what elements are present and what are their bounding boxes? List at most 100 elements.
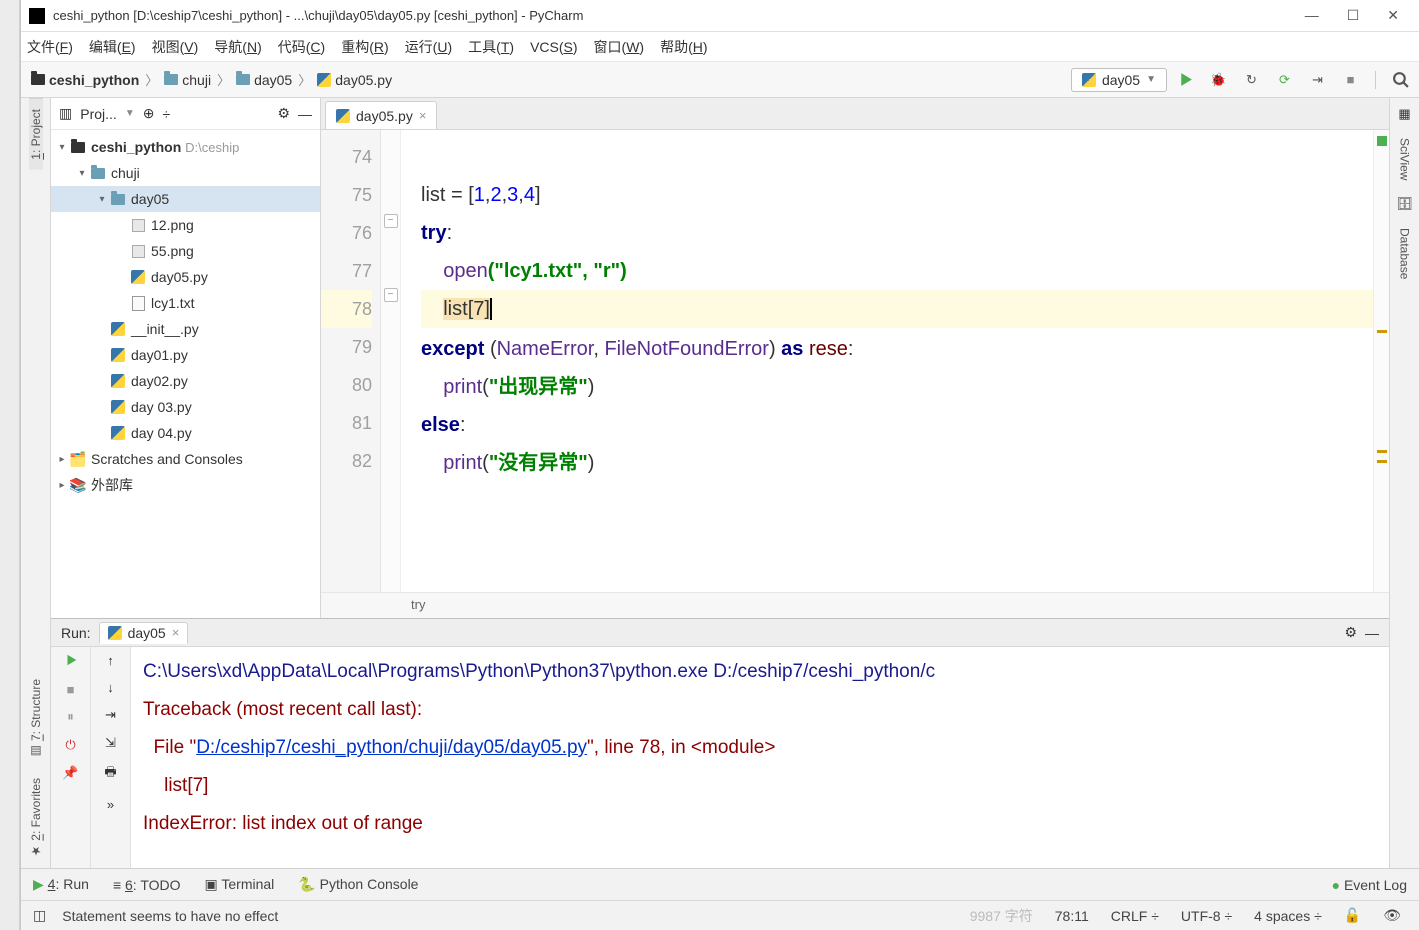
pause-button[interactable]: ⏸ — [67, 709, 74, 725]
gear-icon[interactable]: ⚙ — [1344, 624, 1357, 641]
stop-button[interactable]: ■ — [1342, 71, 1359, 88]
project-panel-title[interactable]: Proj... — [80, 106, 117, 122]
bottom-tool-strip: ▶ 4: Run ≡ 6: TODO ▣ Terminal 🐍 Python C… — [21, 868, 1419, 900]
tree-external-libs[interactable]: ▸📚外部库 — [51, 472, 320, 498]
tool-python-console[interactable]: 🐍 Python Console — [298, 876, 418, 893]
hide-icon[interactable]: — — [298, 106, 312, 122]
hide-icon[interactable]: — — [1365, 625, 1379, 641]
line-separator[interactable]: CRLF ÷ — [1105, 908, 1165, 924]
lock-icon[interactable]: 🔓 — [1338, 907, 1367, 924]
menu-view[interactable]: 视图(V) — [152, 37, 199, 57]
status-icon[interactable]: ◫ — [33, 907, 46, 924]
menu-tools[interactable]: 工具(T) — [468, 37, 514, 57]
minimize-button[interactable]: — — [1305, 7, 1319, 24]
editor-body[interactable]: 74 75 76 77 78 79 80 81 82 — [321, 130, 1389, 592]
sidebar-tab-project[interactable]: 1: Project — [29, 98, 43, 170]
close-tab-icon[interactable]: × — [172, 625, 180, 640]
editor-tab[interactable]: day05.py × — [325, 101, 437, 129]
navbar: ceshi_python 〉 chuji 〉 day05 〉 day05.py … — [21, 62, 1419, 98]
tree-file[interactable]: day 04.py — [51, 420, 320, 446]
tool-run[interactable]: ▶ 4: Run — [33, 876, 89, 893]
traceback-link[interactable]: D:/ceship7/ceshi_python/chuji/day05/day0… — [196, 737, 587, 758]
tree-root[interactable]: ▾ceshi_python D:\ceship — [51, 134, 320, 160]
tree-file[interactable]: day02.py — [51, 368, 320, 394]
profile-button[interactable]: ⟳ — [1276, 71, 1293, 88]
wrap-button[interactable]: ⇥ — [105, 707, 116, 723]
console-output[interactable]: C:\Users\xd\AppData\Local\Programs\Pytho… — [131, 647, 1389, 868]
tree-file[interactable]: 55.png — [51, 238, 320, 264]
rerun-button[interactable] — [64, 653, 78, 670]
menu-code[interactable]: 代码(C) — [278, 37, 325, 57]
chevron-down-icon[interactable]: ▼ — [125, 108, 135, 119]
warning-marker[interactable] — [1377, 450, 1387, 453]
tool-event-log[interactable]: ● Event Log — [1332, 877, 1407, 893]
exit-button[interactable]: ⏻ — [65, 737, 75, 753]
file-encoding[interactable]: UTF-8 ÷ — [1175, 908, 1238, 924]
tree-file[interactable]: 12.png — [51, 212, 320, 238]
fold-marker-icon[interactable]: − — [384, 288, 398, 302]
close-tab-icon[interactable]: × — [419, 108, 427, 123]
tree-scratches[interactable]: ▸🗂️Scratches and Consoles — [51, 446, 320, 472]
search-everywhere-button[interactable] — [1392, 71, 1409, 88]
run-button[interactable] — [1177, 71, 1194, 88]
menu-help[interactable]: 帮助(H) — [660, 37, 707, 57]
sidebar-tab-structure[interactable]: ▤ 7: Structure — [29, 669, 43, 768]
menu-edit[interactable]: 编辑(E) — [89, 37, 136, 57]
tree-folder-selected[interactable]: ▾day05 — [51, 186, 320, 212]
tree-folder[interactable]: ▾chuji — [51, 160, 320, 186]
window-title: ceshi_python [D:\ceship7\ceshi_python] -… — [53, 8, 1305, 23]
up-button[interactable]: ↑ — [107, 653, 114, 668]
menu-refactor[interactable]: 重构(R) — [341, 37, 388, 57]
code-area[interactable]: list = [1,2,3,4]try: open("lcy1.txt", "r… — [401, 130, 1373, 592]
warning-marker[interactable] — [1377, 460, 1387, 463]
sciview-icon[interactable]: ▦ — [1398, 106, 1410, 122]
tool-terminal[interactable]: ▣ Terminal — [205, 876, 275, 893]
print-button[interactable]: 🖶 — [104, 763, 116, 785]
menu-vcs[interactable]: VCS(S) — [530, 39, 577, 55]
sidebar-tab-database[interactable]: Database — [1398, 222, 1412, 285]
debug-button[interactable]: 🐞 — [1210, 71, 1227, 88]
stop-button[interactable]: ■ — [67, 682, 75, 697]
locate-icon[interactable]: ⊕ — [143, 105, 155, 122]
project-tree[interactable]: ▾ceshi_python D:\ceship ▾chuji ▾day05 12… — [51, 130, 320, 618]
status-message: Statement seems to have no effect — [56, 908, 284, 924]
tool-todo[interactable]: ≡ 6: TODO — [113, 877, 181, 893]
tree-file[interactable]: lcy1.txt — [51, 290, 320, 316]
indent-setting[interactable]: 4 spaces ÷ — [1248, 908, 1328, 924]
close-button[interactable]: ✕ — [1387, 7, 1399, 24]
breadcrumb-item[interactable]: ceshi_python — [31, 72, 139, 88]
collapse-icon[interactable]: ÷ — [162, 106, 170, 122]
breadcrumb-item[interactable]: day05 — [236, 72, 292, 88]
sidebar-tab-sciview[interactable]: SciView — [1398, 132, 1412, 186]
down-button[interactable]: ↓ — [107, 680, 114, 695]
menu-run[interactable]: 运行(U) — [405, 37, 452, 57]
menu-file[interactable]: 文件(F) — [27, 37, 73, 57]
more-button[interactable]: » — [107, 797, 114, 812]
python-icon — [108, 626, 122, 640]
breadcrumb-item[interactable]: chuji — [164, 72, 211, 88]
error-stripe[interactable] — [1373, 130, 1389, 592]
menu-window[interactable]: 窗口(W) — [594, 37, 645, 57]
attach-button[interactable]: ⇥ — [1309, 71, 1326, 88]
warning-marker[interactable] — [1377, 330, 1387, 333]
database-icon[interactable]: 🗄 — [1396, 196, 1413, 212]
menu-navigate[interactable]: 导航(N) — [214, 37, 261, 57]
pin-button[interactable]: 📌 — [62, 765, 78, 781]
caret-position[interactable]: 78:11 — [1049, 908, 1095, 924]
python-file-icon — [111, 374, 125, 388]
fold-marker-icon[interactable]: − — [384, 214, 398, 228]
run-tab[interactable]: day05 × — [99, 622, 189, 644]
gear-icon[interactable]: ⚙ — [277, 105, 290, 122]
maximize-button[interactable]: ☐ — [1347, 7, 1360, 24]
sidebar-tab-favorites[interactable]: ★ 2: Favorites — [29, 768, 43, 868]
run-coverage-button[interactable]: ↻ — [1243, 71, 1260, 88]
tree-file[interactable]: __init__.py — [51, 316, 320, 342]
tree-file[interactable]: day05.py — [51, 264, 320, 290]
run-configuration-selector[interactable]: day05 ▼ — [1071, 68, 1167, 92]
breadcrumb-item[interactable]: day05.py — [317, 72, 392, 88]
tree-file[interactable]: day01.py — [51, 342, 320, 368]
tree-file[interactable]: day 03.py — [51, 394, 320, 420]
inspection-icon[interactable]: 👁 — [1377, 907, 1407, 924]
scroll-button[interactable]: ⇲ — [105, 735, 116, 751]
right-tool-strip: ▦ SciView 🗄 Database — [1389, 98, 1419, 868]
